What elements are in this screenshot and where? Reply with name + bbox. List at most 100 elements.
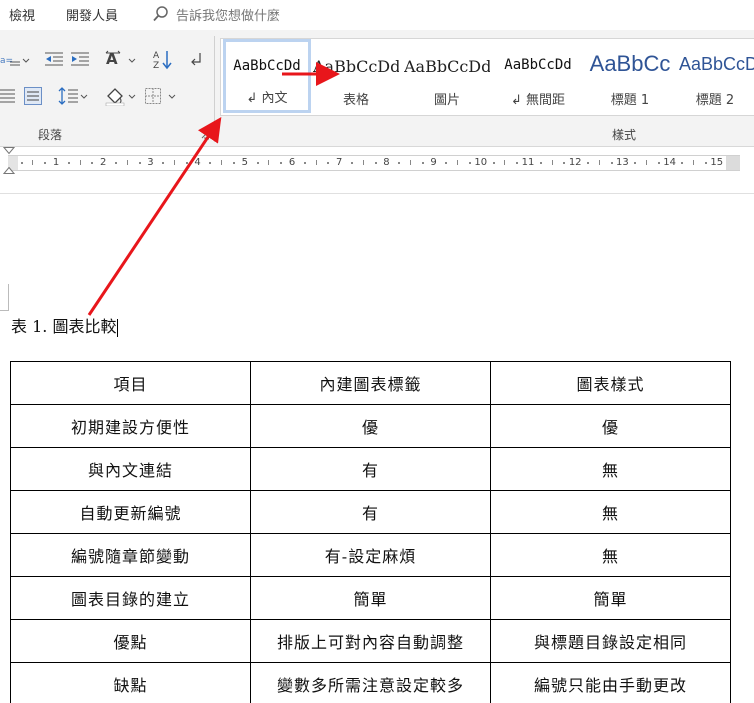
- style-table[interactable]: AaBbCcDd 表格: [313, 41, 399, 111]
- menu-bar: 檢視 開發人員 告訴我您想做什麼: [0, 0, 754, 30]
- table-cell[interactable]: 有-設定麻煩: [250, 533, 491, 577]
- table-cell[interactable]: 與內文連結: [10, 447, 251, 491]
- ruler-tick-mark: [20, 162, 23, 164]
- svg-text:A: A: [153, 51, 160, 61]
- show-marks-button[interactable]: [190, 50, 204, 70]
- table-cell[interactable]: 有: [250, 490, 491, 534]
- ruler-tick-mark: [280, 162, 283, 164]
- style-normal[interactable]: AaBbCcDd ↲ 內文: [223, 39, 311, 113]
- style-picture[interactable]: AaBbCcDd 圖片: [404, 41, 490, 111]
- ruler-margin-right: [726, 156, 740, 170]
- menu-developer[interactable]: 開發人員: [66, 5, 118, 24]
- text-direction-icon: A: [105, 50, 136, 68]
- table-caption[interactable]: 表 1. 圖表比較: [11, 313, 119, 337]
- table-row: 與內文連結有無: [10, 447, 731, 491]
- multilevel-list-button[interactable]: a=: [0, 50, 30, 70]
- ruler-tick-mark: [303, 162, 306, 164]
- style-sample: AaBbCcDd: [313, 57, 399, 76]
- style-heading-2[interactable]: AaBbCcD 標題 2: [675, 41, 754, 111]
- ruler-tick-mark: [634, 162, 637, 164]
- table-header-cell[interactable]: 圖表樣式: [490, 361, 731, 405]
- table-cell[interactable]: 圖表目錄的建立: [10, 576, 251, 620]
- ruler-tick-mark: [681, 162, 684, 164]
- table-cell[interactable]: 與標題目錄設定相同: [490, 619, 731, 663]
- table-cell[interactable]: 無: [490, 533, 731, 577]
- style-name: 表格: [342, 93, 369, 108]
- style-gallery: AaBbCcDd ↲ 內文 AaBbCcDd 表格 AaBbCcDd 圖片 Aa…: [220, 38, 754, 116]
- style-sample: AaBbCcDd: [233, 58, 301, 74]
- ruler-tick-label: 12: [568, 157, 582, 168]
- align-justify-icon: [0, 89, 15, 103]
- text-direction-button[interactable]: A: [104, 50, 138, 70]
- table-cell[interactable]: 初期建設方便性: [10, 404, 251, 448]
- table-cell[interactable]: 編號只能由手動更改: [490, 662, 731, 703]
- decrease-indent-icon: [45, 52, 63, 66]
- ruler-strip: 1 2 3 4 5 6 7 8 9 10 11 12 13 14 15: [8, 155, 740, 171]
- menu-view[interactable]: 檢視: [9, 5, 35, 24]
- sort-icon: A Z: [153, 51, 172, 71]
- ribbon: a= A A Z 段落 AaBbCcDd ↲ 內文 AaBbCcDd 表格 Aa…: [0, 30, 754, 147]
- table-cell[interactable]: 無: [490, 490, 731, 534]
- line-spacing-icon: [58, 87, 88, 105]
- table-row: 缺點 變數多所需注意設定較多 編號只能由手動更改: [10, 662, 731, 703]
- ruler-tick-label: 3: [147, 157, 154, 168]
- table-row: 圖表目錄的建立 簡單 簡單: [10, 576, 731, 620]
- table-cell[interactable]: 簡單: [250, 576, 491, 620]
- ruler-tick-mark: [705, 162, 707, 164]
- dialog-launcher-icon[interactable]: [200, 131, 209, 140]
- group-separator: [214, 36, 215, 142]
- style-name: 圖片: [433, 93, 460, 108]
- style-name: ↲ 內文: [246, 91, 288, 106]
- search-icon: [153, 6, 168, 22]
- ruler-tick-mark: [587, 162, 589, 164]
- tell-me-box[interactable]: 告訴我您想做什麼: [152, 4, 280, 24]
- table-cell[interactable]: 優點: [10, 619, 251, 663]
- table-cell[interactable]: 優: [490, 404, 731, 448]
- table-header-cell[interactable]: 項目: [10, 361, 251, 405]
- ruler-tick-label: 15: [710, 157, 724, 168]
- style-no-spacing[interactable]: AaBbCcDd ↲ 無間距: [493, 41, 583, 111]
- table-header-cell[interactable]: 內建圖表標籤: [250, 361, 491, 405]
- ruler-tick-mark: [174, 160, 175, 165]
- style-sample: AaBbCc: [589, 51, 671, 76]
- table-cell[interactable]: 編號隨章節變動: [10, 533, 251, 577]
- table-cell[interactable]: 變數多所需注意設定較多: [250, 662, 491, 703]
- table-cell[interactable]: 無: [490, 447, 731, 491]
- increase-indent-button[interactable]: [70, 50, 90, 70]
- first-line-indent-marker[interactable]: [3, 147, 15, 155]
- ruler-tick-mark: [138, 162, 141, 164]
- style-name: 標題 2: [695, 93, 735, 108]
- ruler-tick-mark: [44, 162, 47, 164]
- ruler-tick-mark: [551, 160, 553, 165]
- style-heading-1[interactable]: AaBbCc 標題 1: [587, 41, 673, 111]
- borders-button[interactable]: [144, 86, 180, 106]
- comparison-table: 項目 內建圖表標籤 圖表樣式 初期建設方便性優優與內文連結有無自動更新編號有無編號隨章…: [10, 361, 731, 703]
- table-row: 自動更新編號有無: [10, 490, 731, 534]
- ruler-tick-mark: [374, 162, 377, 164]
- increase-indent-icon: [71, 52, 89, 66]
- table-cell[interactable]: 排版上可對內容自動調整: [250, 619, 491, 663]
- sort-button[interactable]: A Z: [152, 50, 174, 71]
- table-cell[interactable]: 有: [250, 447, 491, 491]
- ruler-tick-mark: [115, 162, 117, 164]
- shading-button[interactable]: [104, 86, 138, 106]
- ruler-tick-mark: [646, 160, 647, 165]
- table-cell[interactable]: 優: [250, 404, 491, 448]
- shading-icon: [105, 88, 136, 106]
- hanging-indent-marker[interactable]: [3, 167, 15, 175]
- ruler-tick-mark: [315, 160, 317, 165]
- paragraph-group-label: 段落: [38, 128, 63, 142]
- ruler-tick-mark: [516, 162, 519, 164]
- style-name: ↲ 無間距: [510, 93, 566, 108]
- table-cell[interactable]: 缺點: [10, 662, 251, 703]
- ruler-bottom-border: [0, 193, 754, 194]
- ruler-tick-mark: [256, 162, 259, 164]
- table-cell[interactable]: 自動更新編號: [10, 490, 251, 534]
- decrease-indent-button[interactable]: [44, 50, 64, 70]
- distributed-button[interactable]: [24, 86, 42, 106]
- line-spacing-button[interactable]: [58, 86, 90, 106]
- table-cell[interactable]: 簡單: [490, 576, 731, 620]
- style-sample: AaBbCcDd: [504, 57, 572, 73]
- align-justify-button[interactable]: [0, 86, 16, 106]
- horizontal-ruler[interactable]: 1 2 3 4 5 6 7 8 9 10 11 12 13 14 15: [0, 147, 754, 181]
